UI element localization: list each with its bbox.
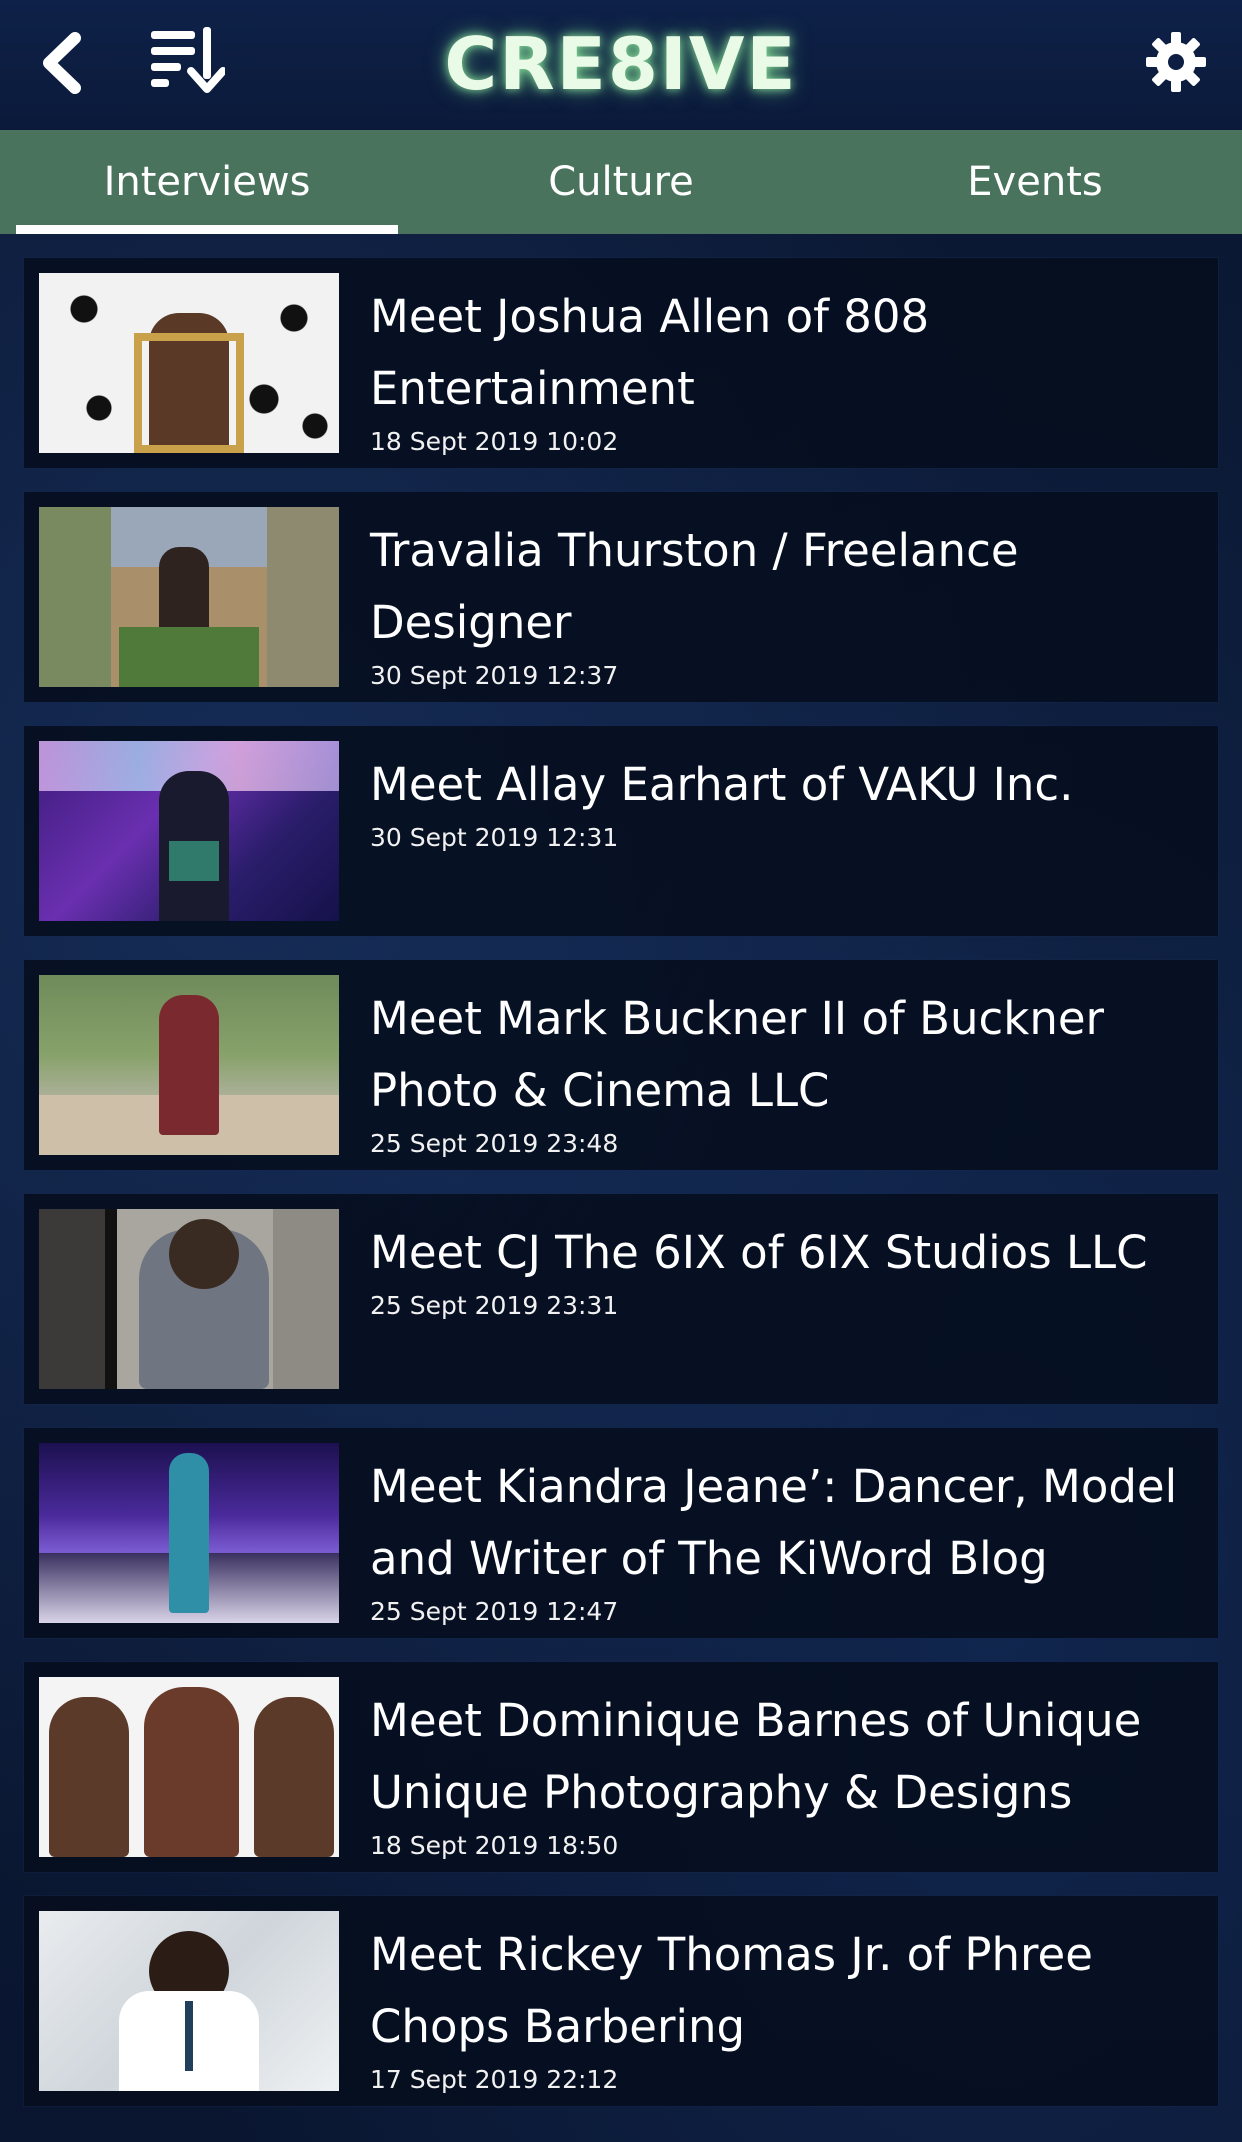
article-card[interactable]: Meet Allay Earhart of VAKU Inc. 30 Sept …: [24, 726, 1218, 936]
back-button[interactable]: [30, 28, 90, 98]
article-card[interactable]: Meet CJ The 6IX of 6IX Studios LLC 25 Se…: [24, 1194, 1218, 1404]
back-chevron-icon: [43, 32, 81, 94]
article-card[interactable]: Meet Mark Buckner II of Buckner Photo & …: [24, 960, 1218, 1170]
article-title: Meet Mark Buckner II of Buckner Photo & …: [370, 992, 1105, 1117]
article-title: Travalia Thurston / Freelance Designer: [370, 524, 1019, 649]
article-date: 25 Sept 2019 23:31: [370, 1291, 619, 1320]
article-thumbnail: [39, 507, 339, 687]
article-title: Meet Rickey Thomas Jr. of Phree Chops Ba…: [370, 1928, 1093, 2053]
article-thumbnail: [39, 741, 339, 921]
gear-icon: [1146, 32, 1206, 92]
app-screen: CRE8IVE Interviews Culture Events Meet J…: [0, 0, 1242, 2142]
sort-button[interactable]: [145, 20, 229, 100]
tab-culture[interactable]: Culture: [414, 130, 828, 234]
article-date: 18 Sept 2019 10:02: [370, 427, 619, 456]
article-card[interactable]: Travalia Thurston / Freelance Designer 3…: [24, 492, 1218, 702]
article-card[interactable]: Meet Joshua Allen of 808 Entertainment 1…: [24, 258, 1218, 468]
tab-events[interactable]: Events: [828, 130, 1242, 234]
article-title: Meet CJ The 6IX of 6IX Studios LLC: [370, 1226, 1148, 1279]
article-thumbnail: [39, 273, 339, 453]
article-title: Meet Kiandra Jeane’: Dancer, Model and W…: [370, 1460, 1178, 1585]
article-title: Meet Allay Earhart of VAKU Inc.: [370, 758, 1074, 811]
article-card[interactable]: Meet Rickey Thomas Jr. of Phree Chops Ba…: [24, 1896, 1218, 2106]
article-date: 18 Sept 2019 18:50: [370, 1831, 619, 1860]
article-list: Meet Joshua Allen of 808 Entertainment 1…: [24, 258, 1218, 2106]
top-bar: CRE8IVE: [0, 0, 1242, 130]
sort-list-icon: [151, 27, 225, 93]
article-title: Meet Joshua Allen of 808 Entertainment: [370, 290, 930, 415]
article-card[interactable]: Meet Kiandra Jeane’: Dancer, Model and W…: [24, 1428, 1218, 1638]
article-thumbnail: [39, 1443, 339, 1623]
article-date: 30 Sept 2019 12:37: [370, 661, 619, 690]
article-date: 30 Sept 2019 12:31: [370, 823, 619, 852]
article-thumbnail: [39, 1677, 339, 1857]
article-card[interactable]: Meet Dominique Barnes of Unique Unique P…: [24, 1662, 1218, 1872]
article-date: 17 Sept 2019 22:12: [370, 2065, 619, 2094]
tab-interviews[interactable]: Interviews: [0, 130, 414, 234]
settings-button[interactable]: [1138, 24, 1214, 100]
article-thumbnail: [39, 1911, 339, 2091]
article-date: 25 Sept 2019 12:47: [370, 1597, 619, 1626]
article-title: Meet Dominique Barnes of Unique Unique P…: [370, 1694, 1142, 1819]
tab-bar: Interviews Culture Events: [0, 130, 1242, 234]
article-date: 25 Sept 2019 23:48: [370, 1129, 619, 1158]
app-logo-text: CRE8IVE: [444, 22, 798, 106]
article-thumbnail: [39, 1209, 339, 1389]
article-thumbnail: [39, 975, 339, 1155]
